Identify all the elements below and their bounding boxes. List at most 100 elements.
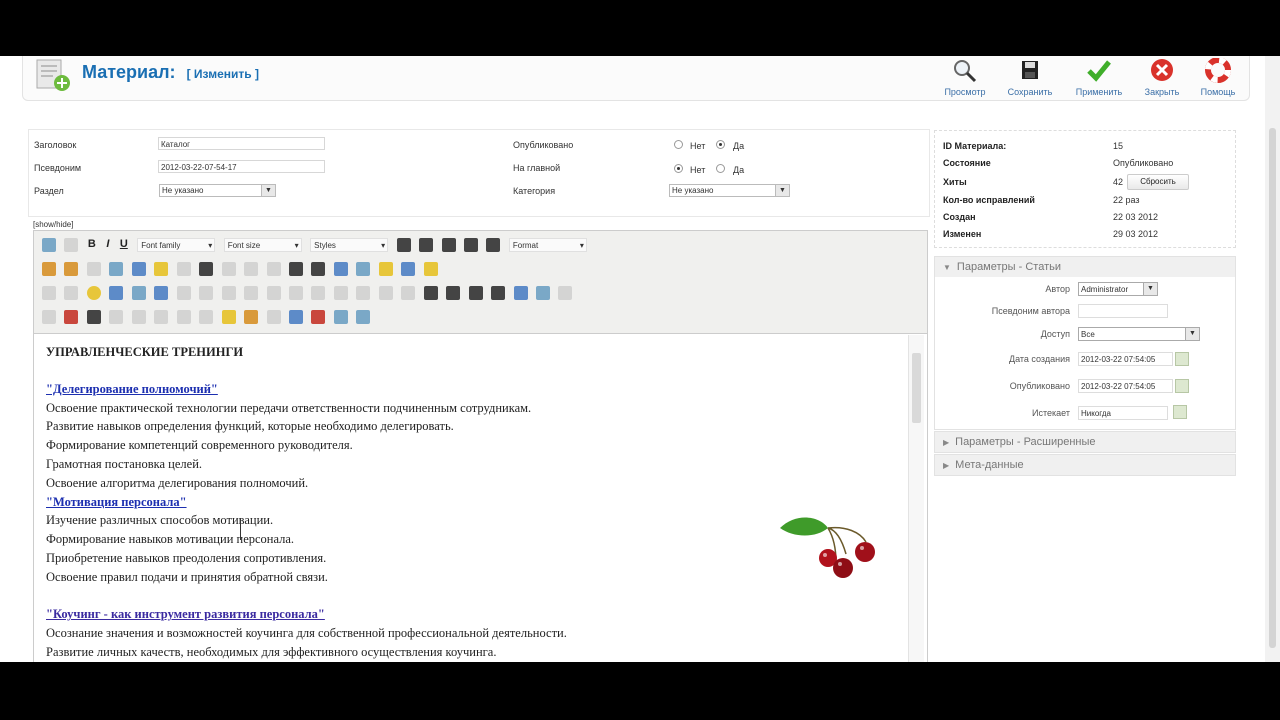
bold-icon[interactable]: B bbox=[88, 238, 96, 250]
acronym-icon[interactable] bbox=[199, 310, 214, 324]
highlight-color-icon[interactable] bbox=[154, 262, 169, 276]
row-props-icon[interactable] bbox=[199, 286, 214, 300]
delete-row-icon[interactable] bbox=[288, 286, 303, 300]
cell-props-icon[interactable] bbox=[221, 286, 236, 300]
blockquote-icon[interactable] bbox=[356, 310, 371, 324]
alias-field[interactable]: 2012-03-22-07-54-17 bbox=[158, 160, 325, 173]
styles-select[interactable]: Styles bbox=[310, 238, 389, 253]
font-color-icon[interactable] bbox=[131, 262, 146, 276]
content-link-coaching[interactable]: "Коучинг - как инструмент развития персо… bbox=[46, 607, 325, 621]
redo-icon[interactable] bbox=[244, 262, 259, 276]
published-yes-radio[interactable] bbox=[716, 140, 725, 149]
meta-data-panel[interactable]: ▶ Мета-данные bbox=[934, 454, 1236, 476]
font-family-select[interactable]: Font family bbox=[137, 238, 216, 253]
cut-icon[interactable] bbox=[42, 262, 56, 276]
underline-icon[interactable]: U bbox=[120, 238, 128, 250]
close-button[interactable]: Закрыть bbox=[1134, 56, 1190, 100]
redo-icon-2[interactable] bbox=[266, 262, 281, 276]
insert-row-before-icon[interactable] bbox=[244, 286, 259, 300]
abbr-icon[interactable] bbox=[176, 310, 191, 324]
subscript-icon[interactable] bbox=[468, 286, 483, 300]
meta-data-header[interactable]: ▶ Мета-данные bbox=[935, 455, 1235, 475]
calendar-icon[interactable] bbox=[1175, 352, 1189, 366]
outdent-icon[interactable] bbox=[176, 262, 191, 276]
italic-icon[interactable]: I bbox=[106, 238, 109, 250]
align-left-icon[interactable] bbox=[419, 238, 434, 252]
cite-icon[interactable] bbox=[154, 310, 169, 324]
absolute-icon[interactable] bbox=[244, 310, 259, 324]
rtl-icon[interactable] bbox=[131, 310, 146, 324]
content-link-delegation[interactable]: "Делегирование полномочий" bbox=[46, 382, 218, 396]
align-justify-icon[interactable] bbox=[486, 238, 501, 252]
editor-content[interactable]: УПРАВЛЕНЧЕСКИЕ ТРЕНИНГИ "Делегирование п… bbox=[46, 343, 906, 662]
calendar-icon[interactable] bbox=[1173, 405, 1187, 419]
reset-hits-button[interactable]: Сбросить bbox=[1127, 174, 1189, 190]
numbered-list-icon[interactable] bbox=[311, 262, 326, 276]
cleanup-icon[interactable] bbox=[423, 262, 438, 276]
split-cells-icon[interactable] bbox=[378, 286, 393, 300]
template-icon[interactable] bbox=[288, 310, 303, 324]
delete-col-icon[interactable] bbox=[356, 286, 371, 300]
align-right-icon[interactable] bbox=[463, 238, 478, 252]
insert-row-after-icon[interactable] bbox=[266, 286, 281, 300]
author-select[interactable]: Administrator ▼ bbox=[1078, 282, 1158, 296]
save-button[interactable]: Сохранить bbox=[1002, 56, 1058, 100]
publish-date-field[interactable]: 2012-03-22 07:54:05 bbox=[1078, 379, 1173, 393]
paste-icon[interactable] bbox=[86, 262, 101, 276]
visual-aid-icon[interactable] bbox=[558, 286, 573, 300]
flash-icon[interactable] bbox=[64, 310, 79, 324]
non-breaking-icon[interactable] bbox=[311, 310, 326, 324]
ltr-icon[interactable] bbox=[109, 310, 124, 324]
editor-scrollbar-thumb[interactable] bbox=[912, 353, 921, 423]
insert-col-after-icon[interactable] bbox=[333, 286, 348, 300]
category-select[interactable]: Не указано ▼ bbox=[669, 184, 790, 197]
undo-disabled-icon[interactable] bbox=[42, 286, 56, 300]
indent-icon[interactable] bbox=[199, 262, 214, 276]
redo-disabled-icon[interactable] bbox=[64, 286, 79, 300]
fullscreen-icon[interactable] bbox=[513, 286, 528, 300]
page-subtitle[interactable]: [ Изменить ] bbox=[187, 67, 259, 81]
page-scrollbar-thumb[interactable] bbox=[1269, 128, 1276, 648]
anchor-icon[interactable] bbox=[401, 262, 416, 276]
emoticon-icon[interactable] bbox=[86, 286, 101, 300]
frontpage-yes-radio[interactable] bbox=[716, 164, 725, 173]
special-char-icon[interactable] bbox=[535, 286, 550, 300]
help-icon[interactable] bbox=[42, 238, 56, 252]
paragraph-icon[interactable] bbox=[86, 310, 101, 324]
editor-scrollbar[interactable] bbox=[908, 335, 924, 662]
font-size-select[interactable]: Font size bbox=[223, 238, 302, 253]
table-icon[interactable] bbox=[176, 286, 191, 300]
horizontal-rule-icon[interactable] bbox=[423, 286, 438, 300]
new-document-icon[interactable] bbox=[64, 238, 79, 252]
content-link-motivation[interactable]: "Мотивация персонала" bbox=[46, 495, 187, 509]
advanced-params-header[interactable]: ▶ Параметры - Расширенные bbox=[935, 432, 1235, 452]
page-scrollbar[interactable] bbox=[1265, 56, 1280, 662]
frontpage-no-radio[interactable] bbox=[674, 164, 683, 173]
style-props-icon[interactable] bbox=[266, 310, 281, 324]
access-select[interactable]: Все ▼ bbox=[1078, 327, 1200, 341]
unlink-icon[interactable] bbox=[356, 262, 371, 276]
image-icon[interactable] bbox=[378, 262, 393, 276]
format-select[interactable]: Format bbox=[508, 238, 587, 253]
help-button[interactable]: Помощь bbox=[1190, 56, 1246, 100]
copy-icon[interactable] bbox=[64, 262, 79, 276]
edit-icon[interactable] bbox=[154, 286, 169, 300]
show-hide-editor-link[interactable]: [show/hide] bbox=[33, 220, 73, 229]
insert-col-before-icon[interactable] bbox=[311, 286, 326, 300]
strikethrough-icon[interactable] bbox=[396, 238, 411, 252]
title-field[interactable]: Каталог bbox=[158, 137, 325, 150]
link-icon[interactable] bbox=[333, 262, 348, 276]
created-date-field[interactable]: 2012-03-22 07:54:05 bbox=[1078, 352, 1173, 366]
section-select[interactable]: Не указано ▼ bbox=[159, 184, 276, 197]
media-icon[interactable] bbox=[109, 286, 124, 300]
bullet-list-icon[interactable] bbox=[288, 262, 303, 276]
author-alias-field[interactable] bbox=[1078, 304, 1168, 318]
spellcheck-icon[interactable] bbox=[42, 310, 56, 324]
advanced-params-panel[interactable]: ▶ Параметры - Расширенные bbox=[934, 431, 1236, 453]
undo-icon[interactable] bbox=[221, 262, 236, 276]
preview-button[interactable]: Просмотр bbox=[937, 56, 993, 100]
align-center-icon[interactable] bbox=[441, 238, 456, 252]
merge-cells-icon[interactable] bbox=[401, 286, 416, 300]
remove-format-icon[interactable] bbox=[446, 286, 461, 300]
article-params-header[interactable]: ▼ Параметры - Статьи bbox=[935, 257, 1235, 277]
